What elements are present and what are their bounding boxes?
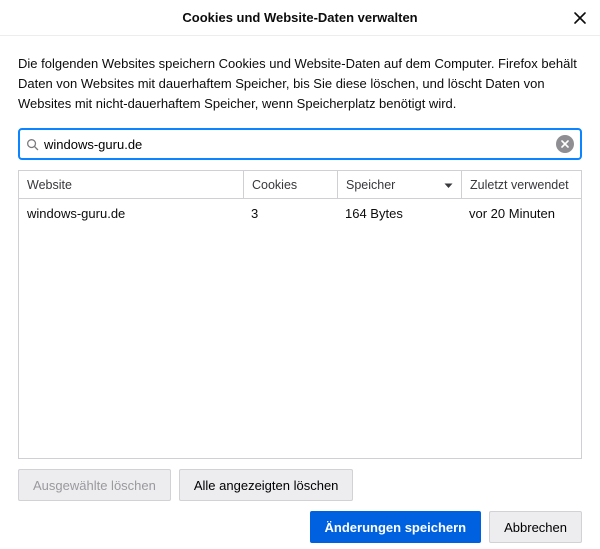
cell-website: windows-guru.de [19,206,243,221]
dialog-action-buttons: Änderungen speichern Abbrechen [18,511,582,543]
search-field[interactable] [18,128,582,160]
titlebar: Cookies und Website-Daten verwalten [0,0,600,36]
sites-table: Website Cookies Speicher Zuletzt verwend… [18,170,582,459]
search-icon [20,138,44,151]
save-changes-button[interactable]: Änderungen speichern [310,511,482,543]
col-cookies-label: Cookies [252,178,297,192]
remove-all-shown-button[interactable]: Alle angezeigten löschen [179,469,354,501]
col-storage-label: Speicher [346,178,395,192]
close-icon [573,11,587,25]
x-icon [561,140,569,148]
dialog-title: Cookies und Website-Daten verwalten [182,10,417,25]
col-cookies[interactable]: Cookies [243,171,337,198]
close-button[interactable] [570,8,590,28]
sort-descending-icon [444,178,453,192]
cancel-button[interactable]: Abbrechen [489,511,582,543]
col-website-label: Website [27,178,72,192]
search-input[interactable] [44,130,580,158]
col-storage[interactable]: Speicher [337,171,461,198]
table-body: windows-guru.de 3 164 Bytes vor 20 Minut… [19,199,581,458]
clear-search-button[interactable] [556,135,574,153]
table-header-row: Website Cookies Speicher Zuletzt verwend… [19,171,581,199]
cell-last-used: vor 20 Minuten [461,206,581,221]
description-text: Die folgenden Websites speichern Cookies… [18,54,582,114]
cell-cookies: 3 [243,206,337,221]
manage-cookies-dialog: Cookies und Website-Daten verwalten Die … [0,0,600,549]
col-last-used-label: Zuletzt verwendet [470,178,569,192]
remove-selected-button[interactable]: Ausgewählte löschen [18,469,171,501]
col-website[interactable]: Website [19,171,243,198]
cell-storage: 164 Bytes [337,206,461,221]
row-action-buttons: Ausgewählte löschen Alle angezeigten lös… [18,469,582,501]
col-last-used[interactable]: Zuletzt verwendet [461,171,581,198]
table-row[interactable]: windows-guru.de 3 164 Bytes vor 20 Minut… [19,199,581,227]
